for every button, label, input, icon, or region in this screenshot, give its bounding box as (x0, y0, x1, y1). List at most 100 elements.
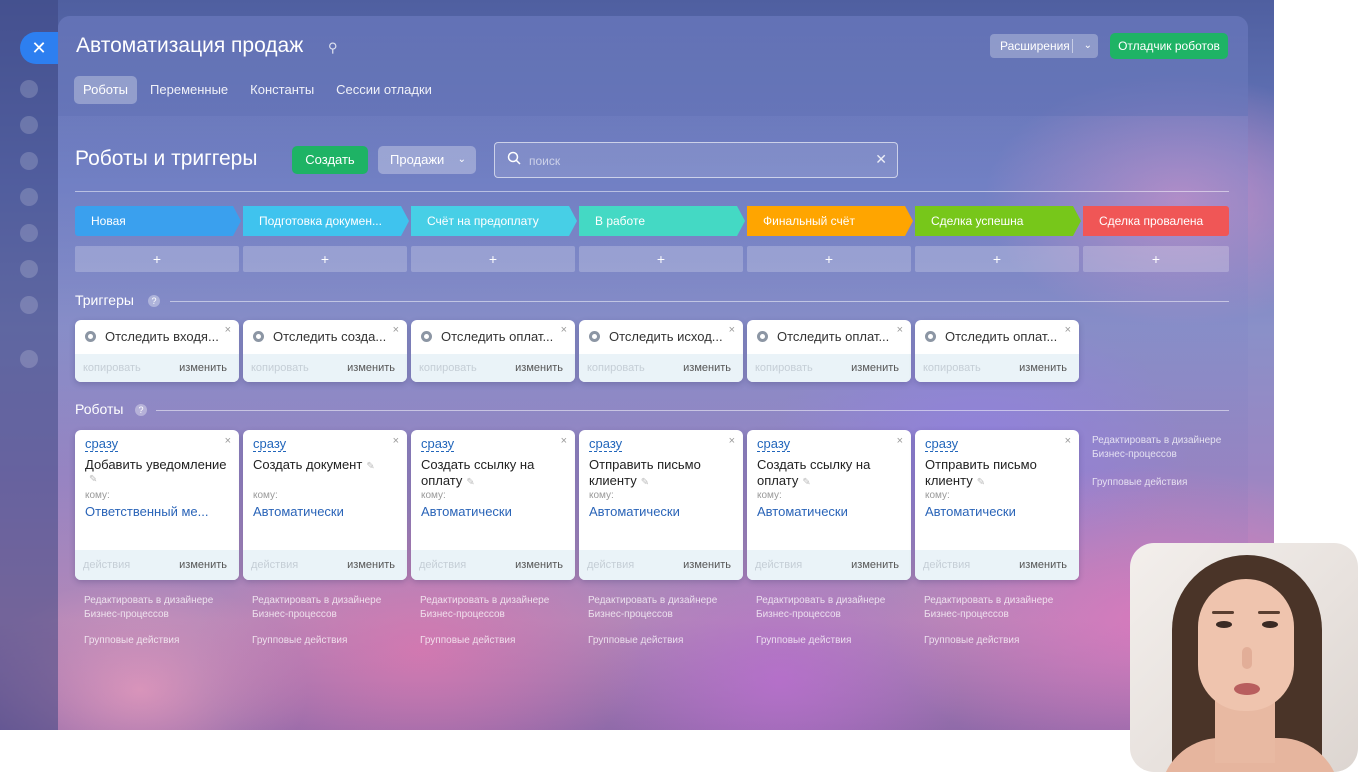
designer-link[interactable]: Редактировать в дизайнере Бизнес-процесс… (84, 594, 244, 622)
robot-timing[interactable]: сразу (85, 436, 119, 452)
actions-link[interactable]: действия (83, 559, 130, 571)
robot-timing[interactable]: сразу (589, 436, 623, 452)
copy-link[interactable]: копировать (923, 362, 981, 374)
edit-link[interactable]: изменить (515, 362, 563, 374)
category-select[interactable]: Продажи ⌄ (378, 146, 476, 174)
group-actions-link[interactable]: Групповые действия (84, 634, 244, 648)
add-button[interactable]: + (915, 246, 1079, 272)
actions-link[interactable]: действия (251, 559, 298, 571)
designer-link[interactable]: Редактировать в дизайнере Бизнес-процесс… (420, 594, 580, 622)
copy-link[interactable]: копировать (419, 362, 477, 374)
edit-icon[interactable]: ✎ (802, 477, 810, 488)
tab-variables[interactable]: Переменные (141, 76, 237, 104)
clear-icon[interactable]: ✕ (875, 151, 887, 168)
group-actions-link[interactable]: Групповые действия (1092, 476, 1232, 490)
edit-link[interactable]: изменить (347, 559, 395, 571)
robot-card[interactable]: сразу × Создать документ ✎ кому: Автомати… (243, 430, 407, 580)
rail-icon[interactable] (20, 350, 38, 368)
recipient-value[interactable]: Автоматически (589, 504, 733, 519)
close-button[interactable]: ✕ (20, 32, 58, 64)
edit-icon[interactable]: ✎ (89, 474, 97, 485)
group-actions-link[interactable]: Групповые действия (588, 634, 748, 648)
rail-icon[interactable] (20, 188, 38, 206)
rail-icon[interactable] (20, 116, 38, 134)
close-icon[interactable]: × (225, 324, 231, 336)
robot-card[interactable]: сразу × Отправить письмо клиенту ✎ кому: … (915, 430, 1079, 580)
rail-icon[interactable] (20, 152, 38, 170)
stage-docs[interactable]: Подготовка докумен... (243, 206, 409, 236)
recipient-value[interactable]: Автоматически (421, 504, 565, 519)
recipient-value[interactable]: Автоматически (253, 504, 397, 519)
tab-robots[interactable]: Роботы (74, 76, 138, 104)
robot-timing[interactable]: сразу (757, 436, 791, 452)
close-icon[interactable]: × (225, 435, 231, 447)
add-button[interactable]: + (1083, 246, 1229, 272)
close-icon[interactable]: × (1065, 435, 1071, 447)
designer-link[interactable]: Редактировать в дизайнере Бизнес-процесс… (756, 594, 916, 622)
actions-link[interactable]: действия (755, 559, 802, 571)
extensions-button[interactable]: Расширения ⌄ (990, 34, 1098, 58)
tab-debug-sessions[interactable]: Сессии отладки (327, 76, 441, 104)
trigger-card[interactable]: Отследить оплат... × копировать изменить (411, 320, 575, 382)
recipient-value[interactable]: Автоматически (757, 504, 901, 519)
robot-card[interactable]: сразу × Создать ссылку на оплату ✎ кому: … (411, 430, 575, 580)
robot-card[interactable]: сразу × Отправить письмо клиенту ✎ кому: … (579, 430, 743, 580)
edit-link[interactable]: изменить (851, 559, 899, 571)
trigger-card[interactable]: Отследить оплат... × копировать изменить (915, 320, 1079, 382)
edit-link[interactable]: изменить (179, 362, 227, 374)
edit-link[interactable]: изменить (347, 362, 395, 374)
close-icon[interactable]: × (897, 435, 903, 447)
help-icon[interactable]: ? (148, 295, 160, 307)
add-button[interactable]: + (747, 246, 911, 272)
add-button[interactable]: + (411, 246, 575, 272)
edit-icon[interactable]: ✎ (466, 477, 474, 488)
stage-prepayment[interactable]: Счёт на предоплату (411, 206, 577, 236)
rail-icon[interactable] (20, 296, 38, 314)
designer-link[interactable]: Редактировать в дизайнере Бизнес-процесс… (924, 594, 1084, 622)
edit-icon[interactable]: ✎ (977, 477, 985, 488)
rail-icon[interactable] (20, 260, 38, 278)
edit-icon[interactable]: ✎ (641, 477, 649, 488)
chevron-down-icon[interactable]: ⌄ (1084, 34, 1092, 58)
recipient-value[interactable]: Ответственный ме... (85, 504, 229, 519)
designer-link[interactable]: Редактировать в дизайнере Бизнес-процесс… (588, 594, 748, 622)
copy-link[interactable]: копировать (755, 362, 813, 374)
search-input[interactable] (529, 151, 859, 171)
stage-new[interactable]: Новая (75, 206, 241, 236)
robot-card[interactable]: сразу × Создать ссылку на оплату ✎ кому: … (747, 430, 911, 580)
group-actions-link[interactable]: Групповые действия (756, 634, 916, 648)
trigger-card[interactable]: Отследить исход... × копировать изменить (579, 320, 743, 382)
close-icon[interactable]: × (393, 435, 399, 447)
add-button[interactable]: + (579, 246, 743, 272)
robot-debugger-button[interactable]: Отладчик роботов (1110, 33, 1228, 59)
rail-icon[interactable] (20, 224, 38, 242)
close-icon[interactable]: × (1065, 324, 1071, 336)
group-actions-link[interactable]: Групповые действия (924, 634, 1084, 648)
close-icon[interactable]: × (729, 435, 735, 447)
close-icon[interactable]: × (561, 435, 567, 447)
pin-icon[interactable]: ⚲ (328, 40, 338, 56)
actions-link[interactable]: действия (419, 559, 466, 571)
edit-link[interactable]: изменить (1019, 559, 1067, 571)
actions-link[interactable]: действия (923, 559, 970, 571)
edit-link[interactable]: изменить (515, 559, 563, 571)
group-actions-link[interactable]: Групповые действия (420, 634, 580, 648)
robot-timing[interactable]: сразу (421, 436, 455, 452)
edit-link[interactable]: изменить (179, 559, 227, 571)
group-actions-link[interactable]: Групповые действия (252, 634, 412, 648)
stage-in-progress[interactable]: В работе (579, 206, 745, 236)
copy-link[interactable]: копировать (251, 362, 309, 374)
designer-link[interactable]: Редактировать в дизайнере Бизнес-процесс… (1092, 434, 1232, 462)
add-button[interactable]: + (75, 246, 239, 272)
trigger-card[interactable]: Отследить созда... × копировать изменить (243, 320, 407, 382)
robot-card[interactable]: сразу × Добавить уведомление ✎ кому: Отв… (75, 430, 239, 580)
edit-link[interactable]: изменить (683, 362, 731, 374)
stage-lost[interactable]: Сделка провалена (1083, 206, 1229, 236)
close-icon[interactable]: × (393, 324, 399, 336)
robot-timing[interactable]: сразу (253, 436, 287, 452)
add-button[interactable]: + (243, 246, 407, 272)
rail-icon[interactable] (20, 80, 38, 98)
close-icon[interactable]: × (561, 324, 567, 336)
close-icon[interactable]: × (897, 324, 903, 336)
edit-link[interactable]: изменить (1019, 362, 1067, 374)
